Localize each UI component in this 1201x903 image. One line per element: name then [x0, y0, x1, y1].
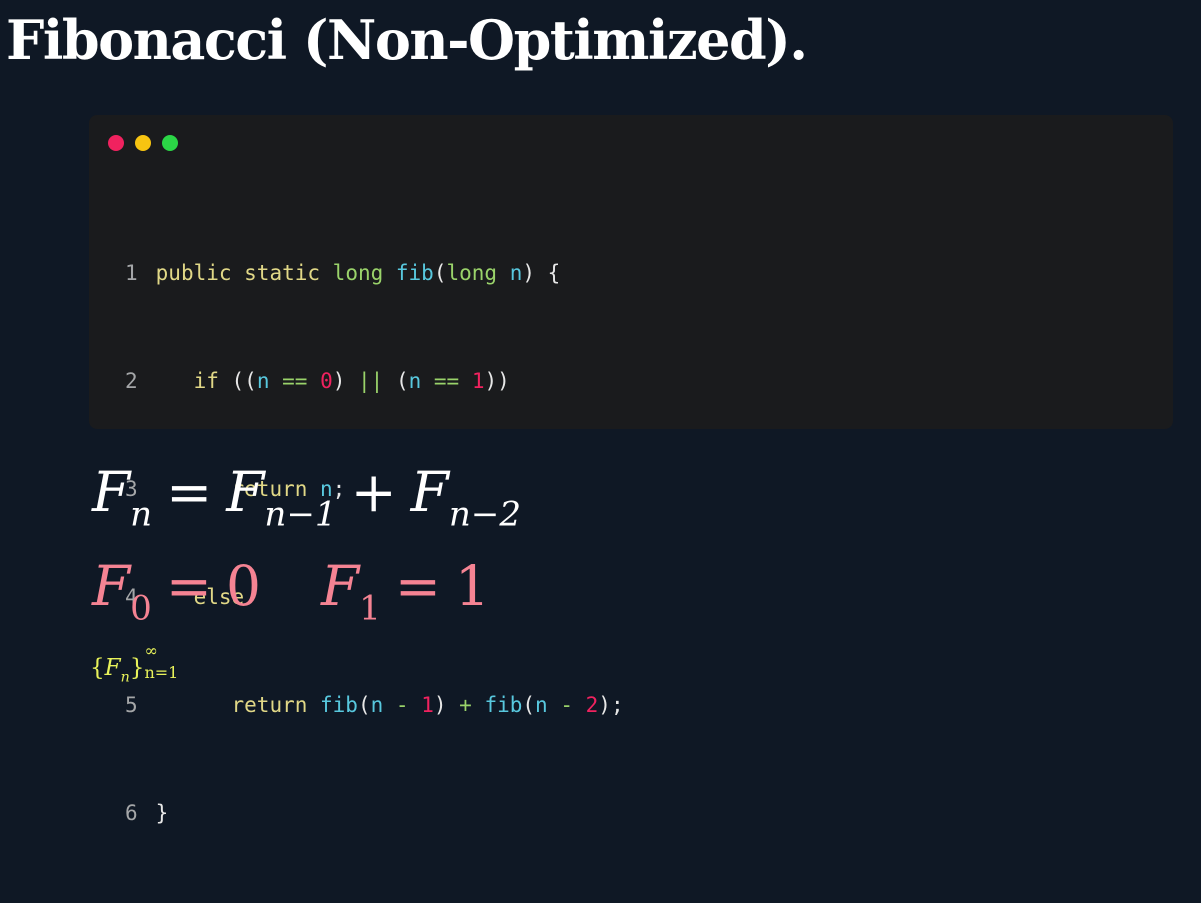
operator-token: ==: [269, 369, 321, 393]
code-line-6: 6 }: [125, 795, 624, 831]
keyword-token: public static: [155, 261, 333, 285]
variable-token: n: [408, 369, 422, 393]
slide-title: Fibonacci (Non-Optimized).: [6, 8, 808, 72]
maximize-dot-icon: [162, 135, 178, 151]
variable-token: n: [370, 693, 384, 717]
function-token: fib: [307, 693, 358, 717]
formula-symbol: F: [410, 460, 449, 524]
variable-token: n: [497, 261, 523, 285]
formula-subscript: n−1: [264, 494, 337, 535]
formula-operator: =: [166, 460, 213, 524]
line-number: 6: [125, 801, 138, 825]
number-token: 2: [585, 693, 599, 717]
formula-symbol: F: [92, 554, 131, 618]
code-line-5: 5 return fib(n - 1) + fib(n - 2);: [125, 687, 624, 723]
line-number: 1: [125, 261, 138, 285]
keyword-token: return: [231, 693, 308, 717]
base-case-formula: F0 = 0 F1 = 1: [92, 546, 490, 626]
formula-symbol: F: [320, 554, 360, 618]
formula-subscript: n=1: [144, 663, 179, 682]
formula-subscript: 1: [359, 588, 381, 629]
punct-token: }: [155, 801, 169, 825]
line-number: 2: [125, 369, 138, 393]
operator-token: -: [383, 693, 422, 717]
punct-token: (: [383, 369, 409, 393]
number-token: 1: [471, 369, 485, 393]
number-token: 0: [320, 369, 333, 393]
operator-token: -: [547, 693, 586, 717]
punct-token: (: [522, 693, 536, 717]
number-token: 1: [421, 693, 434, 717]
formula-symbol: F: [104, 655, 121, 681]
formula-value: 0: [225, 554, 261, 618]
formula-value: 1: [454, 554, 490, 618]
formula-symbol: F: [92, 460, 131, 524]
formula-brace: }: [129, 655, 145, 681]
formula-symbol: F: [226, 460, 265, 524]
punct-token: ) {: [522, 261, 561, 285]
formula-subscript: n: [120, 669, 130, 686]
code-block: 1 public static long fib(long n) { 2 if …: [125, 183, 624, 903]
punct-token: );: [598, 693, 624, 717]
formula-subscript: n−2: [448, 494, 522, 535]
sequence-notation: {Fn} ∞ n=1: [90, 641, 184, 697]
variable-token: n: [535, 693, 548, 717]
punct-token: (: [433, 261, 447, 285]
keyword-token: if: [193, 369, 219, 393]
code-line-1: 1 public static long fib(long n) {: [125, 255, 624, 291]
punct-token: )): [484, 369, 510, 393]
punct-token: ((: [218, 369, 257, 393]
close-dot-icon: [108, 135, 124, 151]
function-token: fib: [383, 261, 434, 285]
operator-token: ||: [358, 369, 384, 393]
function-token: fib: [471, 693, 523, 717]
formula-operator: =: [165, 554, 212, 618]
code-window: 1 public static long fib(long n) { 2 if …: [89, 115, 1173, 825]
variable-token: n: [256, 369, 270, 393]
formula-operator: +: [350, 460, 397, 524]
recurrence-formula: Fn = Fn−1 + Fn−2: [92, 452, 521, 532]
minimize-dot-icon: [135, 135, 151, 151]
formula-subscript: 0: [130, 588, 152, 629]
punct-token: ): [433, 693, 460, 717]
type-token: long: [332, 261, 384, 285]
punct-token: (: [357, 693, 371, 717]
operator-token: +: [459, 693, 472, 717]
formula-operator: =: [394, 554, 441, 618]
operator-token: ==: [421, 369, 472, 393]
formula-brace: {: [90, 655, 105, 681]
code-line-2: 2 if ((n == 0) || (n == 1)): [125, 363, 624, 399]
formula-subscript: n: [130, 494, 153, 535]
type-token: long: [446, 261, 498, 285]
punct-token: ): [332, 369, 359, 393]
